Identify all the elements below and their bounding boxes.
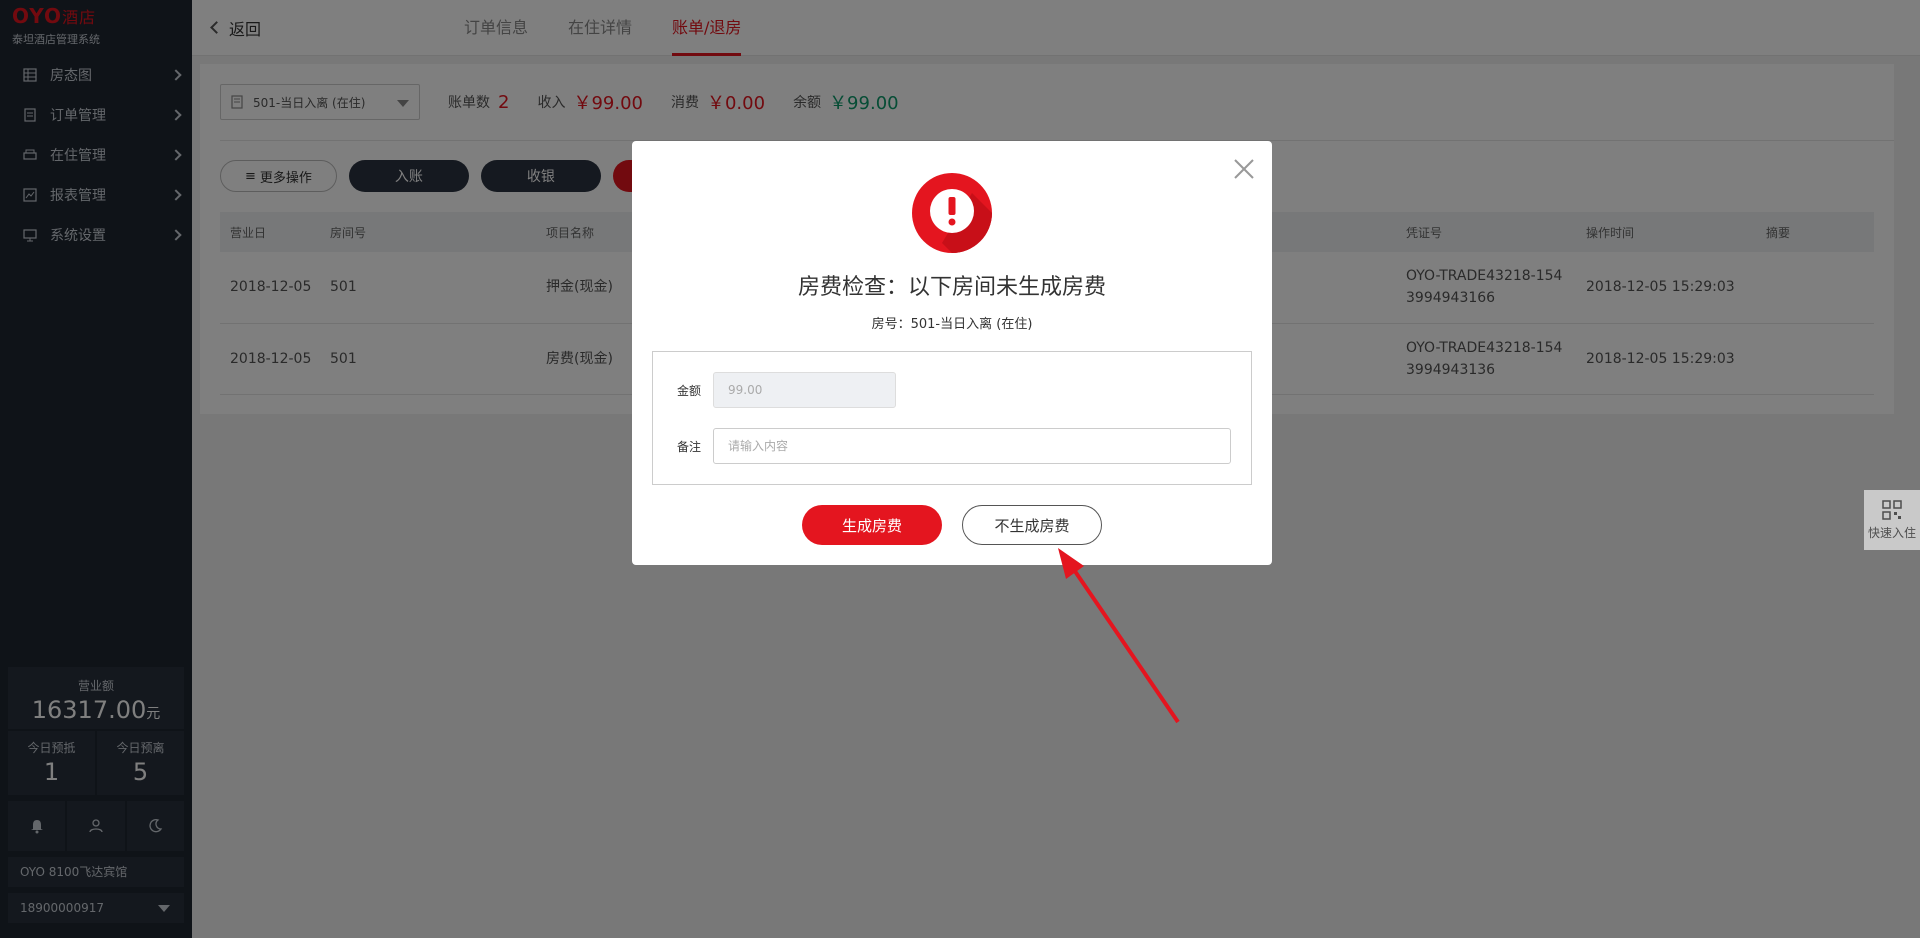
amount-field: 99.00	[713, 372, 896, 408]
warning-icon	[912, 173, 992, 253]
dialog-subtitle: 房号：501-当日入离 (在住)	[871, 317, 1033, 332]
room-fee-check-dialog: 房费检查：以下房间未生成房费 房号：501-当日入离 (在住) 金额 99.00…	[632, 141, 1272, 565]
remark-input[interactable]	[713, 428, 1231, 464]
skip-fee-button[interactable]: 不生成房费	[962, 505, 1102, 545]
dialog-title: 房费检查：以下房间未生成房费	[797, 275, 1106, 300]
qr-code-icon	[1882, 499, 1902, 520]
quick-checkin-button[interactable]: 快速入住	[1864, 490, 1920, 550]
fee-form: 金额 99.00 备注	[652, 351, 1252, 485]
close-icon[interactable]	[1232, 157, 1256, 181]
generate-fee-button[interactable]: 生成房费	[802, 505, 942, 545]
